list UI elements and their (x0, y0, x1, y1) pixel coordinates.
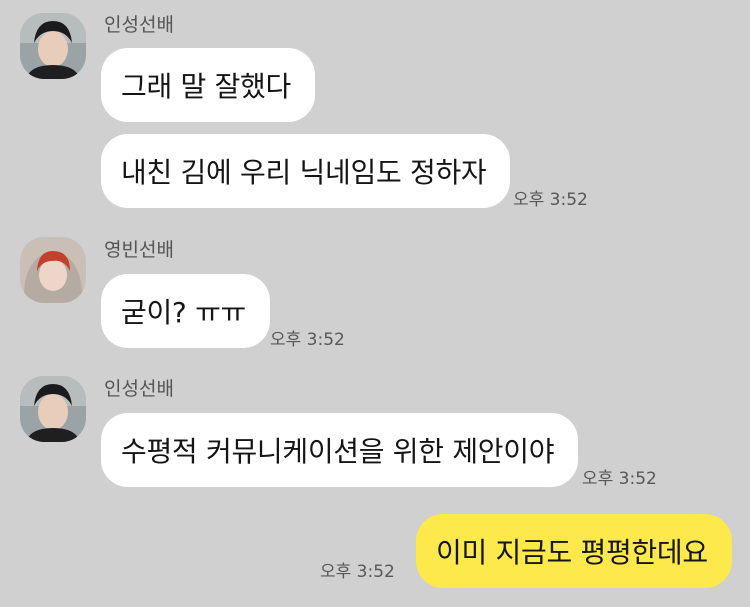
sender-avatar-youngbin[interactable] (20, 237, 86, 303)
sender-avatar-insung[interactable] (20, 13, 86, 79)
message-bubble[interactable]: 수평적 커뮤니케이션을 위한 제안이야 (101, 413, 579, 487)
sender-name: 인성선배 (104, 378, 174, 400)
message-timestamp: 오후 3:52 (582, 469, 657, 489)
message-bubble[interactable]: 굳이? ㅠㅠ (101, 274, 271, 348)
message-bubble[interactable]: 내친 김에 우리 닉네임도 정하자 (101, 134, 511, 208)
message-bubble-outgoing[interactable]: 이미 지금도 평평한데요 (416, 514, 732, 588)
avatar-photo-icon (20, 237, 86, 303)
avatar-photo-icon (20, 13, 86, 79)
avatar-photo-icon (20, 376, 86, 442)
sender-name: 영빈선배 (104, 239, 174, 261)
sender-avatar-insung[interactable] (20, 376, 86, 442)
sender-name: 인성선배 (104, 14, 174, 36)
message-timestamp: 오후 3:52 (513, 190, 588, 210)
message-timestamp: 오후 3:52 (320, 562, 395, 582)
message-timestamp: 오후 3:52 (270, 330, 345, 350)
chat-thread: 인성선배 그래 말 잘했다 내친 김에 우리 닉네임도 정하자 오후 3:52 … (0, 0, 750, 607)
message-bubble[interactable]: 그래 말 잘했다 (101, 48, 315, 122)
